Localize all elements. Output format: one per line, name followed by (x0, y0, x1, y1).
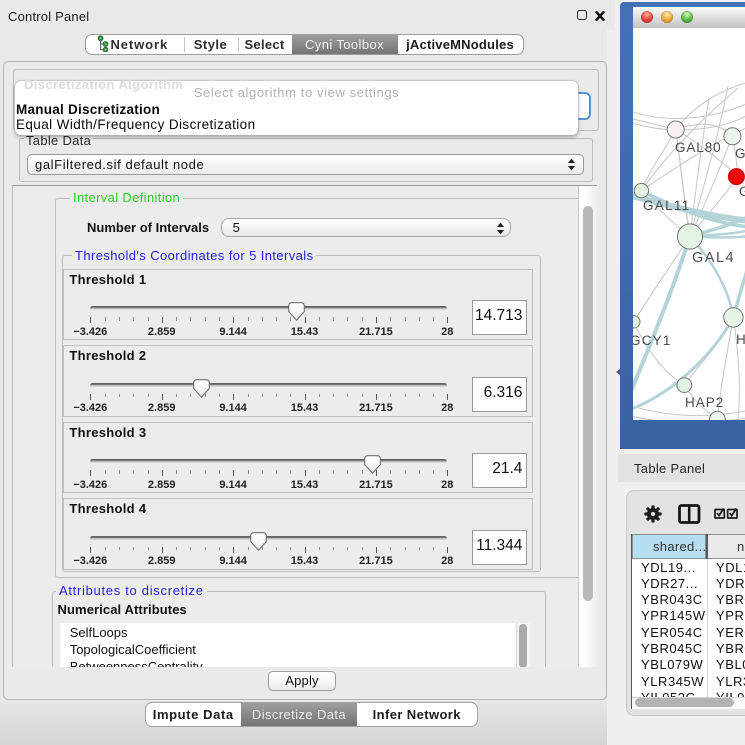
svg-text:GCY1: GCY1 (633, 333, 672, 348)
svg-text:GAL11: GAL11 (643, 198, 691, 213)
svg-text:GA: GA (735, 146, 745, 161)
svg-text:H: H (736, 332, 745, 347)
svg-text:HAP2: HAP2 (685, 395, 724, 410)
svg-text:GAL4: GAL4 (692, 250, 735, 266)
svg-text:GAL80: GAL80 (675, 140, 722, 155)
svg-text:G: G (739, 184, 745, 199)
